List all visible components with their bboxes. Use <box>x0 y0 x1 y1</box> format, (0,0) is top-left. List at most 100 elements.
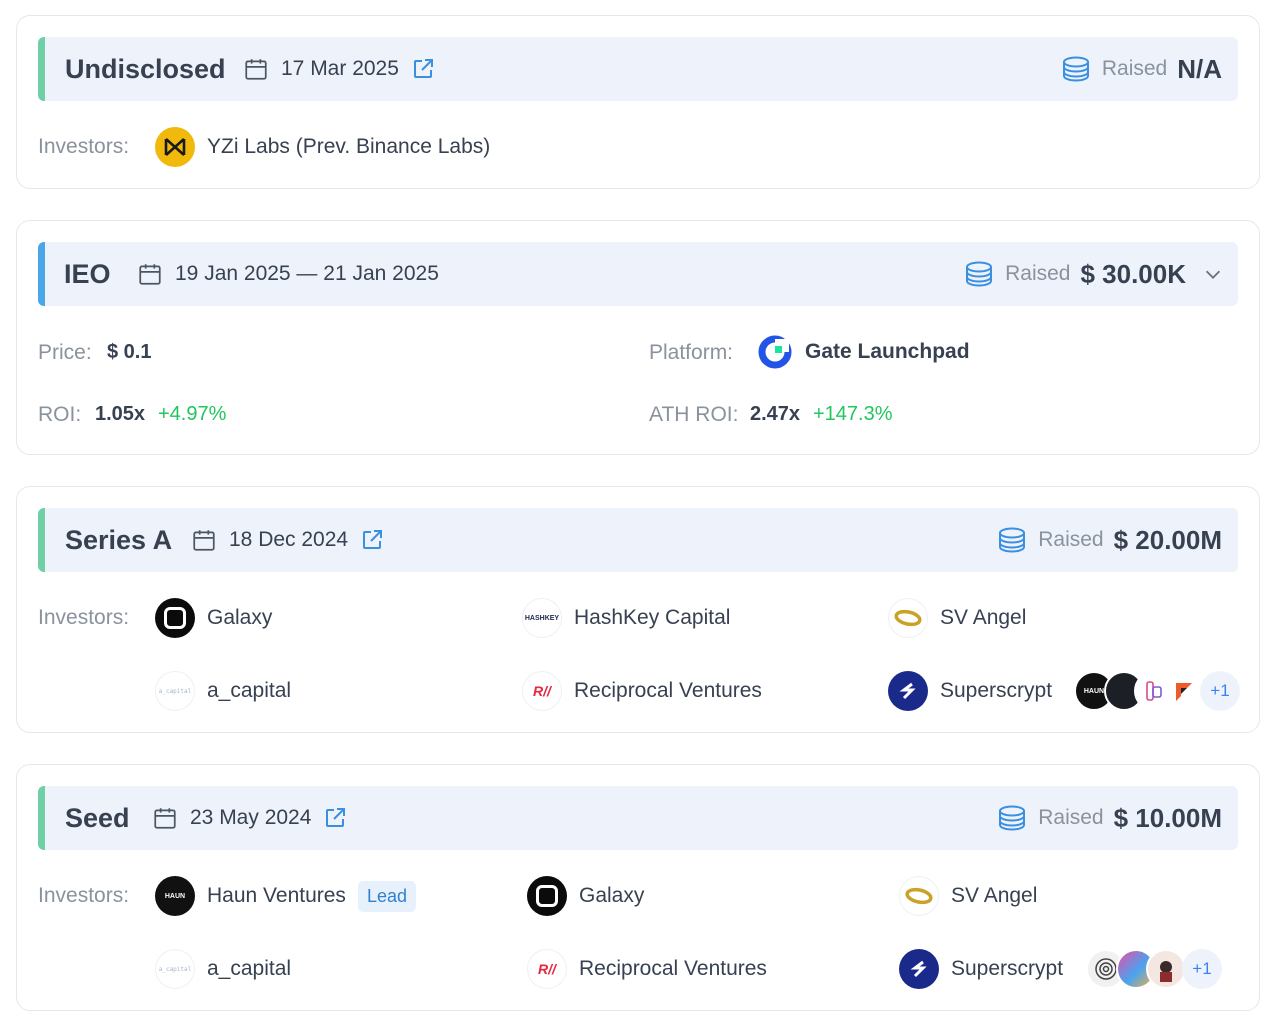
round-header: Undisclosed 17 Mar 2025 Raised N/A <box>38 37 1238 101</box>
haun-logo-text: HAUN <box>164 892 186 900</box>
raised-value: $ 20.00M <box>1113 524 1222 555</box>
investor-item[interactable]: a_capital a_capital <box>155 669 291 713</box>
a-capital-logo: a_capital <box>155 949 195 989</box>
investor-item[interactable]: a_capital a_capital <box>155 947 291 991</box>
investor-item[interactable]: Galaxy <box>527 874 644 918</box>
calendar-icon <box>154 808 176 829</box>
funding-round-undisclosed: Undisclosed 17 Mar 2025 Raised N/A Inves… <box>16 15 1260 189</box>
round-header: Seed 23 May 2024 Raised $ 10.00M <box>38 786 1238 850</box>
coins-icon <box>999 527 1026 553</box>
sv-angel-logo <box>899 876 939 916</box>
roi-value: 1.05x <box>95 403 146 425</box>
raised-amount: Raised N/A <box>1060 37 1222 101</box>
raised-label: Raised <box>1005 262 1071 285</box>
round-date: 23 May 2024 <box>190 806 312 829</box>
investor-item[interactable]: Superscrypt <box>899 947 1063 991</box>
haun-avatar-text: HAUN <box>1083 687 1105 695</box>
investor-item[interactable]: Superscrypt <box>888 669 1052 713</box>
investor-name: Superscrypt <box>951 957 1064 980</box>
raised-value: $ 30.00K <box>1080 258 1186 289</box>
round-name: Seed <box>65 803 130 833</box>
lead-badge: Lead <box>357 880 416 912</box>
investors-label: Investors: <box>38 884 130 907</box>
investor-item[interactable]: HAUN Haun Ventures Lead <box>155 874 416 918</box>
investor-item[interactable]: SV Angel <box>899 874 1037 918</box>
chevron-down-icon[interactable] <box>1202 263 1224 285</box>
more-investors-count[interactable]: +1 <box>1182 949 1222 989</box>
more-investors-count[interactable]: +1 <box>1200 671 1240 711</box>
a-capital-logo-text: a_capital <box>158 965 192 973</box>
investor-name: Reciprocal Ventures <box>574 679 762 702</box>
galaxy-logo <box>155 598 195 638</box>
raised-label: Raised <box>1038 528 1104 551</box>
investors-label: Investors: <box>38 135 130 158</box>
investor-item[interactable]: YZi Labs (Prev. Binance Labs) <box>155 125 490 169</box>
raised-amount: Raised $ 30.00K <box>963 242 1224 306</box>
a-capital-logo-text: a_capital <box>158 687 192 695</box>
platform-label: Platform: <box>649 341 734 364</box>
a-capital-logo: a_capital <box>155 671 195 711</box>
round-header[interactable]: IEO 19 Jan 2025 — 21 Jan 2025 Raised $ 3… <box>38 242 1238 306</box>
coins-icon <box>966 261 993 287</box>
roi-change: +4.97% <box>158 403 227 425</box>
calendar-icon <box>193 530 215 551</box>
investor-name: a_capital <box>207 679 292 702</box>
raised-amount: Raised $ 10.00M <box>996 786 1222 850</box>
investor-name: Reciprocal Ventures <box>579 957 767 980</box>
round-date-group: 18 Dec 2024 <box>191 508 384 572</box>
investor-avatar <box>1146 949 1186 989</box>
external-link-icon[interactable] <box>323 806 347 830</box>
round-name: Series A <box>65 525 173 555</box>
price-value: $ 0.1 <box>107 341 152 363</box>
investor-item[interactable]: R// Reciprocal Ventures <box>527 947 767 991</box>
investor-name: YZi Labs (Prev. Binance Labs) <box>207 135 491 158</box>
investor-name: SV Angel <box>951 884 1038 907</box>
platform-item[interactable]: Gate Launchpad <box>757 330 970 374</box>
price-label: Price: <box>38 341 92 364</box>
calendar-icon <box>139 264 161 285</box>
investor-name: Haun Ventures <box>207 884 346 907</box>
investor-name: Superscrypt <box>940 679 1053 702</box>
hashkey-logo-text: HASHKEY <box>524 614 560 622</box>
investor-item[interactable]: Galaxy <box>155 596 272 640</box>
round-date-group: 17 Mar 2025 <box>243 37 435 101</box>
investor-item[interactable]: HASHKEY HashKey Capital <box>522 596 730 640</box>
ath-roi-label: ATH ROI: <box>649 403 739 426</box>
roi-label: ROI: <box>38 403 82 426</box>
more-investors-stack[interactable]: +1 <box>1086 947 1222 991</box>
coins-icon <box>999 805 1026 831</box>
funding-round-seed: Seed 23 May 2024 Raised $ 10.00M Investo… <box>16 764 1260 1011</box>
investor-item[interactable]: SV Angel <box>888 596 1026 640</box>
reciprocal-ventures-logo: R// <box>522 671 562 711</box>
investor-name: Galaxy <box>207 606 273 629</box>
galaxy-logo <box>527 876 567 916</box>
investor-name: Galaxy <box>579 884 645 907</box>
raised-value: N/A <box>1177 53 1222 84</box>
superscrypt-logo <box>888 671 928 711</box>
investor-item[interactable]: R// Reciprocal Ventures <box>522 669 762 713</box>
more-investors-stack[interactable]: HAUN +1 <box>1074 669 1240 713</box>
reciprocal-ventures-logo: R// <box>527 949 567 989</box>
external-link-icon[interactable] <box>360 528 384 552</box>
platform-name: Gate Launchpad <box>805 340 970 363</box>
investor-name: a_capital <box>207 957 292 980</box>
round-date-group: 19 Jan 2025 — 21 Jan 2025 <box>137 242 439 306</box>
hashkey-logo: HASHKEY <box>522 598 562 638</box>
funding-round-ieo: IEO 19 Jan 2025 — 21 Jan 2025 Raised $ 3… <box>16 220 1260 455</box>
external-link-icon[interactable] <box>411 57 435 81</box>
calendar-icon <box>245 59 267 80</box>
raised-amount: Raised $ 20.00M <box>996 508 1222 572</box>
raised-label: Raised <box>1038 806 1104 829</box>
investors-label: Investors: <box>38 606 130 629</box>
yzi-labs-logo <box>155 127 195 167</box>
coins-icon <box>1062 56 1089 82</box>
round-name: Undisclosed <box>65 54 226 84</box>
round-date-group: 23 May 2024 <box>152 786 347 850</box>
investor-name: HashKey Capital <box>574 606 731 629</box>
round-date: 17 Mar 2025 <box>281 57 399 80</box>
superscrypt-logo <box>899 949 939 989</box>
investor-name: SV Angel <box>940 606 1027 629</box>
reciprocal-logo-text: R// <box>538 961 556 977</box>
round-date: 19 Jan 2025 — 21 Jan 2025 <box>175 262 439 285</box>
round-header: Series A 18 Dec 2024 Raised $ 20.00M <box>38 508 1238 572</box>
